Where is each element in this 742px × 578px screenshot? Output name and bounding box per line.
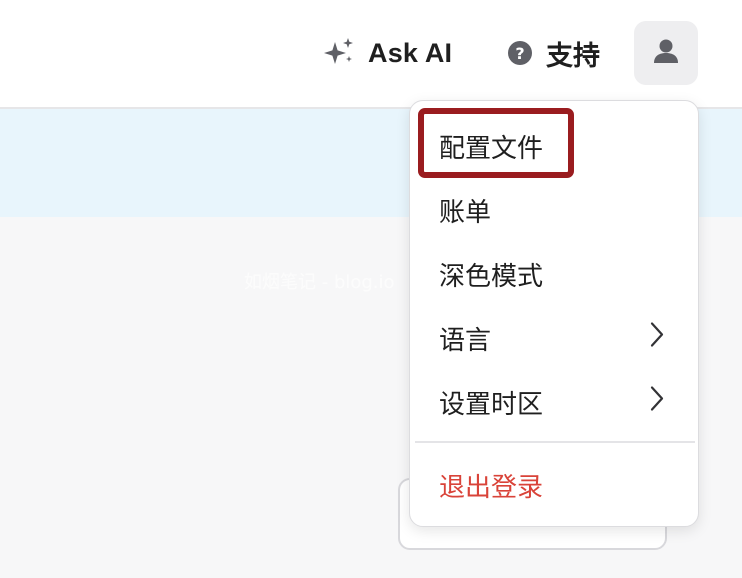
user-avatar-icon <box>652 37 680 69</box>
menu-item-label: 深色模式 <box>439 261 544 292</box>
menu-divider <box>415 441 695 443</box>
chevron-right-icon <box>650 386 664 419</box>
ask-ai-label: Ask AI <box>368 37 453 68</box>
logout-label: 退出登录 <box>439 472 544 503</box>
menu-item-dark-mode[interactable]: 深色模式 <box>410 245 698 303</box>
menu-item-language[interactable]: 语言 <box>410 309 698 367</box>
sparkle-icon <box>322 36 356 70</box>
user-dropdown-menu: 配置文件 账单 深色模式 语言 设置时区 退出登录 <box>409 100 699 527</box>
menu-item-profile[interactable]: 配置文件 <box>410 117 698 175</box>
menu-item-label: 语言 <box>439 325 492 356</box>
menu-item-label: 设置时区 <box>439 389 544 420</box>
support-label: 支持 <box>546 40 600 72</box>
user-avatar-button[interactable] <box>634 21 698 85</box>
menu-item-billing[interactable]: 账单 <box>410 181 698 239</box>
chevron-right-icon <box>650 322 664 355</box>
menu-item-logout[interactable]: 退出登录 <box>410 456 698 514</box>
watermark: 如烟笔记 - blog.io <box>244 272 395 293</box>
ask-ai-button[interactable]: Ask AI <box>322 34 452 72</box>
help-circle-icon: ? <box>508 41 532 65</box>
menu-item-label: 账单 <box>439 197 492 228</box>
menu-item-label: 配置文件 <box>439 133 544 164</box>
menu-item-timezone[interactable]: 设置时区 <box>410 373 698 431</box>
support-button[interactable]: ? 支持 <box>508 34 600 72</box>
